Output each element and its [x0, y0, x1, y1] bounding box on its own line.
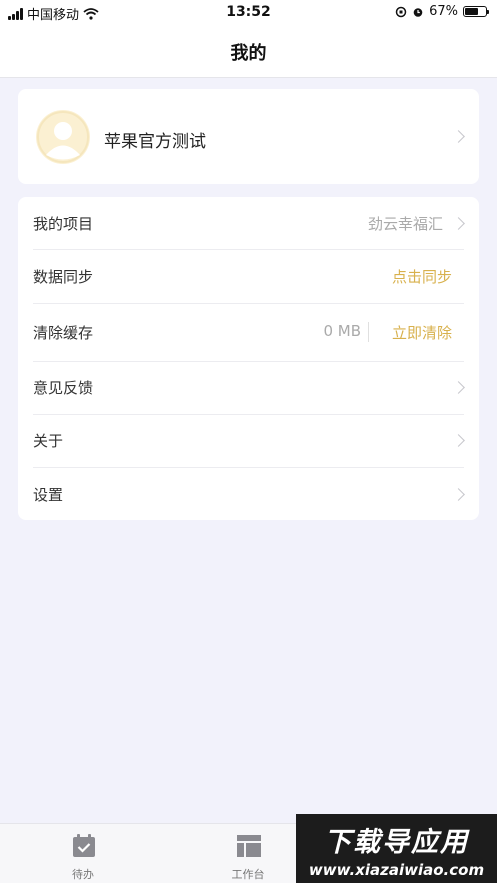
calendar-check-icon	[73, 834, 95, 857]
tab-label: 工作台	[231, 868, 265, 881]
menu-item-settings[interactable]: 设置	[18, 467, 479, 520]
navigation-bar: 我的	[0, 26, 497, 78]
avatar	[36, 110, 90, 164]
orientation-lock-icon	[395, 6, 407, 17]
watermark-url: www.xiazaiwiao.com	[308, 861, 485, 879]
menu-item-label: 设置	[33, 486, 64, 504]
menu-item-label: 清除缓存	[33, 324, 94, 342]
menu-item-clear-cache: 清除缓存 0 MB 立即清除	[18, 303, 479, 361]
menu-item-my-project[interactable]: 我的项目 劲云幸福汇	[18, 197, 479, 250]
battery-percent: 67%	[429, 4, 458, 19]
tab-workbench[interactable]: 工作台	[208, 824, 288, 883]
alarm-icon	[413, 7, 423, 17]
battery-icon	[463, 6, 489, 17]
profile-card[interactable]: 苹果官方测试	[18, 89, 479, 184]
chevron-right-icon	[452, 381, 465, 394]
status-bar: 中国移动 13:52 67%	[0, 0, 497, 26]
menu-item-label: 数据同步	[33, 268, 94, 286]
chevron-right-icon	[452, 434, 465, 447]
chevron-right-icon	[452, 130, 465, 143]
watermark-title: 下载导应用	[324, 827, 469, 858]
user-avatar-icon	[37, 111, 89, 163]
sync-button[interactable]: 点击同步	[392, 266, 452, 287]
menu-item-label: 意见反馈	[33, 379, 94, 397]
project-value: 劲云幸福汇	[367, 215, 443, 233]
watermark-logo: 下载导应用 www.xiazaiwiao.com	[296, 814, 497, 883]
tab-todo[interactable]: 待办	[43, 824, 123, 883]
menu-item-label: 关于	[33, 432, 64, 450]
divider	[368, 322, 369, 342]
chevron-right-icon	[452, 488, 465, 501]
page-title: 我的	[230, 42, 267, 64]
dashboard-icon	[237, 835, 261, 857]
cache-size: 0 MB	[323, 322, 361, 340]
menu-item-about[interactable]: 关于	[18, 414, 479, 467]
status-right: 67%	[395, 4, 489, 19]
settings-list: 我的项目 劲云幸福汇 数据同步 点击同步 清除缓存 0 MB 立即清除 意见反馈…	[18, 197, 479, 520]
chevron-right-icon	[452, 217, 465, 230]
menu-item-label: 我的项目	[33, 215, 94, 233]
tab-label: 待办	[72, 868, 94, 881]
profile-name: 苹果官方测试	[104, 132, 206, 152]
clear-cache-button[interactable]: 立即清除	[392, 322, 452, 343]
menu-item-feedback[interactable]: 意见反馈	[18, 361, 479, 414]
menu-item-data-sync: 数据同步 点击同步	[18, 250, 479, 303]
